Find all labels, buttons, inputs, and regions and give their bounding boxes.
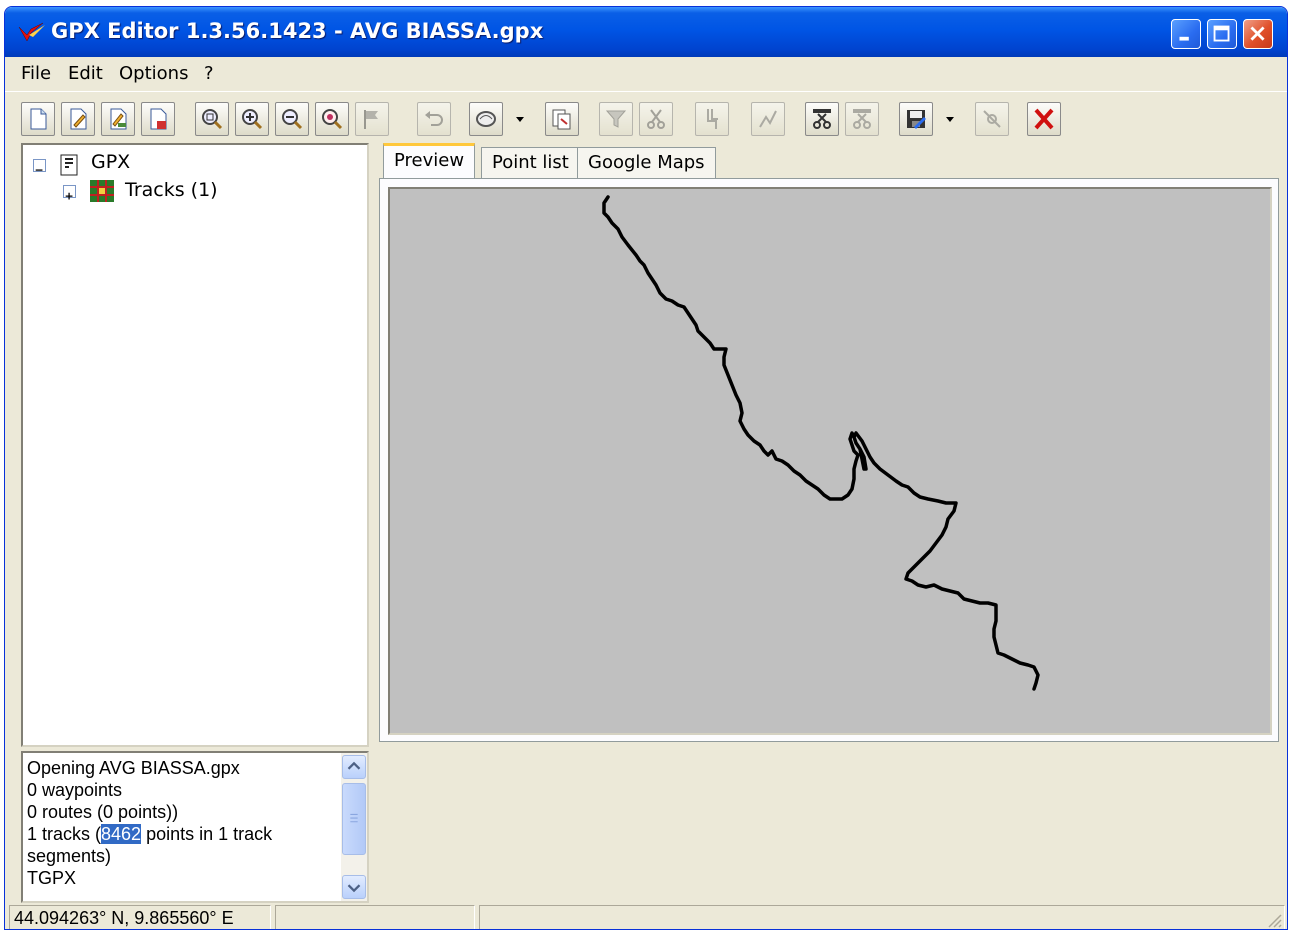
delete-icon (1034, 108, 1054, 130)
zoom-fit-icon (202, 109, 223, 130)
plus-icon (65, 192, 73, 200)
delete-button[interactable] (1027, 102, 1061, 136)
save-as-dropdown-icon[interactable] (945, 114, 955, 124)
grip-icon (350, 813, 358, 823)
close-icon (1250, 26, 1265, 41)
app-logo-icon (18, 22, 45, 42)
map-layer-dropdown-icon[interactable] (515, 114, 525, 124)
tracks-grid-icon (90, 180, 114, 202)
tab-point-list[interactable]: Point list (481, 147, 580, 179)
new-file-button[interactable] (21, 102, 55, 136)
save-file-button[interactable] (141, 102, 175, 136)
link-icon (983, 110, 1001, 128)
zoom-out-icon (282, 109, 303, 130)
zoom-in-icon (242, 109, 263, 130)
new-file-icon (30, 108, 47, 130)
maximize-icon (1213, 25, 1230, 42)
tree-item-tracks[interactable]: Tracks (1) (125, 179, 218, 201)
status-panel-3 (479, 905, 1285, 929)
window-title: GPX Editor 1.3.56.1423 - AVG BIASSA.gpx (51, 19, 544, 43)
zoom-in-button[interactable] (235, 102, 269, 136)
zoom-selection-button[interactable] (315, 102, 349, 136)
log-text: points in 1 track (141, 824, 273, 844)
zoom-selection-icon (322, 109, 343, 130)
selected-text: 8462 (101, 824, 142, 844)
undo-icon (425, 111, 443, 126)
simplify-button[interactable] (751, 102, 785, 136)
undo-button[interactable] (417, 102, 451, 136)
tab-google-maps[interactable]: Google Maps (577, 147, 716, 179)
message-log[interactable]: Opening AVG BIASSA.gpx 0 waypoints 0 rou… (21, 751, 369, 903)
collapse-gpx-toggle[interactable] (33, 159, 46, 172)
log-line: 0 waypoints (27, 780, 123, 800)
cut-track-icon (647, 109, 665, 129)
chevron-down-icon (347, 884, 361, 893)
minus-icon (35, 169, 43, 171)
merge-button[interactable] (845, 102, 879, 136)
expand-tracks-toggle[interactable] (63, 185, 76, 200)
export-button[interactable] (545, 102, 579, 136)
simplify-icon (759, 110, 777, 128)
status-coordinates: 44.094263° N, 9.865560° E (9, 905, 271, 929)
edit-properties-button[interactable] (101, 102, 135, 136)
flag-icon (364, 110, 378, 129)
map-layer-button[interactable] (469, 102, 503, 136)
filter-button[interactable] (599, 102, 633, 136)
zoom-out-button[interactable] (275, 102, 309, 136)
split-button[interactable] (805, 102, 839, 136)
lower-pane (377, 747, 1281, 903)
gpx-tree: GPX Tracks (1) (21, 143, 369, 747)
log-line: 0 routes (0 points)) (27, 802, 179, 822)
join-icon (707, 109, 718, 129)
edit-file-button[interactable] (61, 102, 95, 136)
menu-edit[interactable]: Edit (68, 63, 103, 84)
menu-options[interactable]: Options (119, 63, 188, 84)
title-bar[interactable]: GPX Editor 1.3.56.1423 - AVG BIASSA.gpx (5, 7, 1287, 57)
edit-file-icon (70, 108, 87, 130)
log-line: TGPX (27, 868, 77, 888)
flag-button[interactable] (355, 102, 389, 136)
log-line: Opening AVG BIASSA.gpx (27, 758, 240, 778)
menu-file[interactable]: File (21, 63, 51, 84)
edit-properties-icon (110, 108, 127, 130)
log-scrollbar[interactable] (341, 753, 367, 901)
log-line: 1 tracks (8462 points in 1 track (27, 823, 272, 845)
merge-icon (853, 109, 871, 129)
save-as-icon (907, 110, 926, 129)
filter-icon (605, 110, 627, 128)
close-button[interactable] (1243, 19, 1273, 49)
resize-grip-icon[interactable] (1263, 909, 1283, 929)
gpx-document-icon (60, 154, 78, 176)
tree-item-gpx[interactable]: GPX (91, 151, 130, 173)
maximize-button[interactable] (1207, 19, 1237, 49)
menu-help[interactable]: ? (204, 63, 214, 84)
cut-track-button[interactable] (639, 102, 673, 136)
track-path (602, 195, 1040, 691)
view-tabs: Preview Point list Google Maps (377, 143, 1281, 180)
scroll-down-button[interactable] (342, 875, 366, 899)
toolbar (5, 91, 1287, 143)
status-bar: 44.094263° N, 9.865560° E (5, 905, 1287, 929)
scroll-thumb[interactable] (342, 783, 366, 855)
status-panel-2 (275, 905, 475, 929)
menu-bar: File Edit Options ? (5, 57, 1287, 89)
log-text: 1 tracks ( (27, 824, 102, 844)
minimize-icon (1179, 36, 1189, 41)
preview-panel (379, 178, 1279, 742)
scroll-up-button[interactable] (342, 755, 366, 779)
tab-preview[interactable]: Preview (383, 143, 476, 180)
save-file-icon (150, 108, 167, 130)
track-preview[interactable] (388, 187, 1272, 735)
save-as-button[interactable] (899, 102, 933, 136)
app-window: GPX Editor 1.3.56.1423 - AVG BIASSA.gpx … (4, 6, 1288, 930)
minimize-button[interactable] (1171, 19, 1201, 49)
link-button[interactable] (975, 102, 1009, 136)
chevron-up-icon (347, 761, 361, 770)
zoom-fit-button[interactable] (195, 102, 229, 136)
log-line: segments) (27, 846, 112, 866)
map-layer-icon (476, 111, 496, 127)
export-icon (552, 109, 571, 130)
join-button[interactable] (695, 102, 729, 136)
split-icon (813, 109, 831, 129)
